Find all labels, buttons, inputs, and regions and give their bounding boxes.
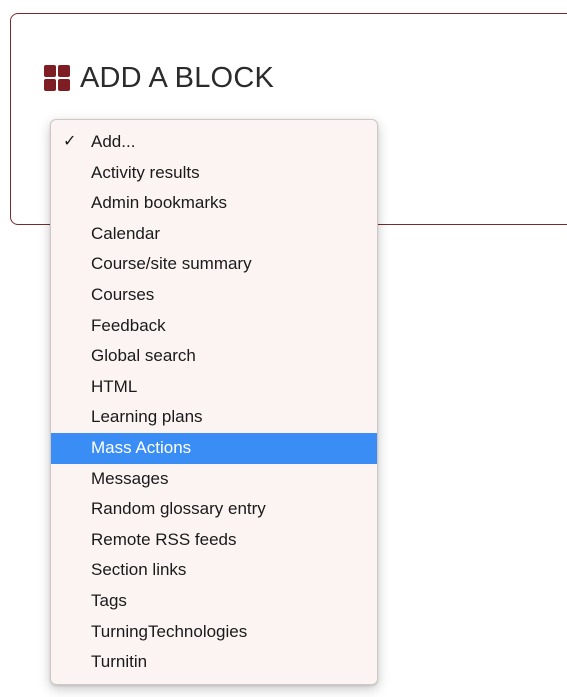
dropdown-option-label: Turnitin (91, 652, 148, 672)
dropdown-option-admin-bookmarks[interactable]: Admin bookmarks (51, 188, 377, 219)
dropdown-option-label: Remote RSS feeds (91, 529, 237, 549)
dropdown-option-learning-plans[interactable]: Learning plans (51, 402, 377, 433)
dropdown-option-messages[interactable]: Messages (51, 464, 377, 495)
dropdown-option-add[interactable]: ✓ Add... (51, 127, 377, 158)
block-title: ADD A BLOCK (80, 61, 274, 94)
dropdown-option-label: Messages (91, 468, 169, 488)
dropdown-option-label: Feedback (91, 315, 166, 335)
dropdown-option-feedback[interactable]: Feedback (51, 311, 377, 342)
dropdown-option-turningtechnologies[interactable]: TurningTechnologies (51, 617, 377, 648)
dropdown-option-label: Activity results (91, 162, 200, 182)
dropdown-option-activity-results[interactable]: Activity results (51, 158, 377, 189)
dropdown-option-label: Courses (91, 284, 155, 304)
dropdown-option-label: TurningTechnologies (91, 621, 248, 641)
block-header: ADD A BLOCK (44, 60, 274, 96)
dropdown-option-html[interactable]: HTML (51, 372, 377, 403)
dropdown-option-turnitin[interactable]: Turnitin (51, 647, 377, 678)
dropdown-option-tags[interactable]: Tags (51, 586, 377, 617)
checkmark-icon: ✓ (63, 133, 77, 150)
dropdown-option-label: Calendar (91, 223, 160, 243)
dropdown-option-random-glossary-entry[interactable]: Random glossary entry (51, 494, 377, 525)
dropdown-option-course-site-summary[interactable]: Course/site summary (51, 249, 377, 280)
dropdown-option-label: Course/site summary (91, 254, 252, 274)
dropdown-option-label: Add... (91, 132, 136, 151)
dropdown-option-label: Learning plans (91, 407, 203, 427)
dropdown-option-label: Admin bookmarks (91, 193, 228, 213)
dropdown-option-label: HTML (91, 376, 138, 396)
dropdown-option-calendar[interactable]: Calendar (51, 219, 377, 250)
blocks-grid-icon (44, 65, 70, 91)
dropdown-option-label: Tags (91, 590, 127, 610)
dropdown-option-label: Global search (91, 346, 196, 366)
dropdown-option-courses[interactable]: Courses (51, 280, 377, 311)
add-block-dropdown[interactable]: ✓ Add... Activity results Admin bookmarks Ca… (50, 119, 378, 685)
dropdown-option-label: Random glossary entry (91, 499, 266, 519)
dropdown-option-remote-rss-feeds[interactable]: Remote RSS feeds (51, 525, 377, 556)
dropdown-option-section-links[interactable]: Section links (51, 555, 377, 586)
dropdown-option-global-search[interactable]: Global search (51, 341, 377, 372)
dropdown-option-label: Section links (91, 560, 187, 580)
dropdown-option-label: Mass Actions (91, 437, 192, 457)
dropdown-option-mass-actions[interactable]: Mass Actions (51, 432, 377, 464)
